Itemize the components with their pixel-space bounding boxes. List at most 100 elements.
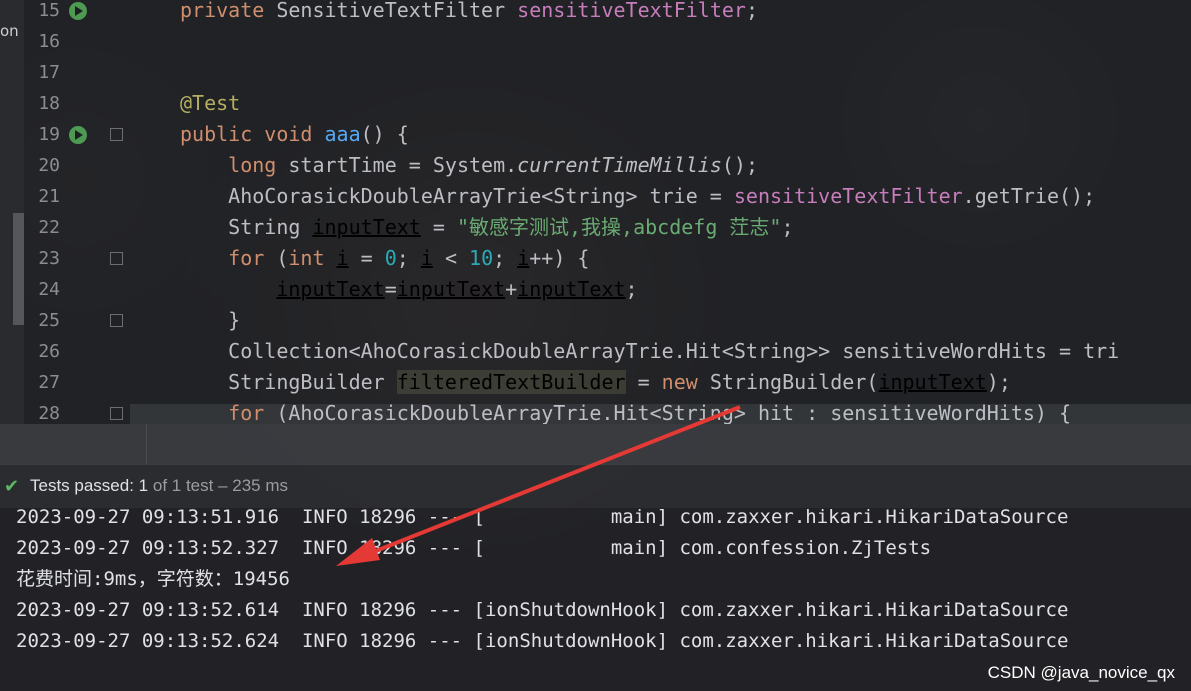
code-text: StringBuilder filteredTextBuilder = new … — [180, 367, 1011, 398]
code-token: sensitiveTextFilter — [733, 184, 963, 208]
line-number: 19 — [38, 124, 60, 145]
fold-icon[interactable] — [110, 252, 123, 265]
code-token: = — [625, 370, 662, 394]
code-token: i — [336, 246, 349, 270]
line-number: 22 — [38, 217, 60, 238]
test-status-text: Tests passed: 1 of 1 test – 235 ms — [30, 476, 288, 496]
line-number: 28 — [38, 403, 60, 424]
code-line[interactable]: 28 for (AhoCorasickDoubleArrayTrie.Hit<S… — [0, 398, 1191, 424]
code-text: public void aaa() { — [180, 119, 409, 150]
code-line[interactable]: 17 — [0, 57, 1191, 88]
csdn-watermark: CSDN @java_novice_qx — [987, 663, 1175, 682]
line-number: 20 — [38, 155, 60, 176]
code-text: inputText=inputText+inputText; — [180, 274, 638, 305]
code-token: inputText — [878, 370, 987, 394]
code-editor[interactable]: on 15 private SensitiveTextFilter sensiti… — [0, 0, 1191, 424]
run-test-icon[interactable] — [69, 2, 87, 20]
code-token: StringBuilder( — [709, 370, 879, 394]
code-token: int — [288, 246, 337, 270]
code-token: + — [505, 277, 518, 301]
line-number: 18 — [38, 93, 60, 114]
code-line[interactable]: 20 long startTime = System.currentTimeMi… — [0, 150, 1191, 181]
fold-icon[interactable] — [110, 128, 123, 141]
code-token: < — [432, 246, 470, 270]
code-token: AhoCorasickDoubleArrayTrie<String> trie … — [180, 184, 734, 208]
code-line[interactable]: 26 Collection<AhoCorasickDoubleArrayTrie… — [0, 336, 1191, 367]
tests-passed-count: 1 — [138, 476, 149, 495]
console-log-line: 2023-09-27 09:13:52.327 INFO 18296 --- [… — [16, 537, 932, 559]
code-token: for — [180, 401, 277, 424]
code-line[interactable]: 16 — [0, 26, 1191, 57]
code-token: ; — [396, 246, 421, 270]
code-token: sensitiveTextFilter — [517, 0, 746, 22]
code-token: new — [661, 370, 710, 394]
check-icon: ✔ — [4, 476, 20, 497]
code-token: = — [384, 277, 397, 301]
line-number: 17 — [38, 62, 60, 83]
code-token: String — [180, 215, 313, 239]
code-token: ; — [625, 277, 638, 301]
code-token: 10 — [469, 246, 494, 270]
panel-splitter[interactable] — [0, 424, 1191, 464]
code-token: () { — [360, 122, 409, 146]
code-token: inputText — [396, 277, 506, 301]
console-log-line: 2023-09-27 09:13:52.614 INFO 18296 --- [… — [16, 599, 1069, 621]
code-token: aaa — [324, 122, 361, 146]
code-token: = — [348, 246, 385, 270]
code-token: filteredTextBuilder — [396, 370, 626, 394]
code-token: startTime = System. — [288, 153, 518, 177]
tests-passed-label: Tests passed: — [30, 476, 139, 495]
code-token: ++) { — [529, 246, 590, 270]
code-token: inputText — [517, 277, 626, 301]
code-token: (); — [721, 153, 758, 177]
line-number: 27 — [38, 372, 60, 393]
line-number: 21 — [38, 186, 60, 207]
code-token: @Test — [180, 91, 241, 115]
code-token: i — [517, 246, 530, 270]
run-test-icon[interactable] — [69, 126, 87, 144]
code-token: 0 — [384, 246, 397, 270]
code-token: ( — [276, 246, 289, 270]
code-line[interactable]: 23 for (int i = 0; i < 10; i++) { — [0, 243, 1191, 274]
code-token: "敏感字测试,我操,abcdefg 茳志" — [456, 215, 782, 239]
code-token: private — [180, 0, 277, 22]
tests-summary: of 1 test – 235 ms — [148, 476, 288, 495]
code-token: ; — [781, 215, 794, 239]
splitter-divider — [146, 424, 147, 464]
console-log-line: 花费时间:9ms，字符数：19456 — [16, 568, 290, 590]
code-token: ; — [745, 0, 758, 22]
code-text: String inputText = "敏感字测试,我操,abcdefg 茳志"… — [180, 212, 794, 243]
code-token: (AhoCorasickDoubleArrayTrie.Hit<String> … — [276, 401, 1072, 424]
console-log-line: 2023-09-27 09:13:52.624 INFO 18296 --- [… — [16, 630, 1069, 652]
line-number: 26 — [38, 341, 60, 362]
code-line[interactable]: 21 AhoCorasickDoubleArrayTrie<String> tr… — [0, 181, 1191, 212]
fold-icon[interactable] — [110, 314, 123, 327]
code-line[interactable]: 15 private SensitiveTextFilter sensitiveT… — [0, 0, 1191, 26]
code-line[interactable]: 24 inputText=inputText+inputText; — [0, 274, 1191, 305]
code-token: for — [180, 246, 277, 270]
code-token: currentTimeMillis — [517, 153, 722, 177]
code-text: Collection<AhoCorasickDoubleArrayTrie.Hi… — [180, 336, 1119, 367]
code-token: SensitiveTextFilter — [276, 0, 518, 22]
code-text: long startTime = System.currentTimeMilli… — [180, 150, 758, 181]
code-token: inputText — [276, 277, 385, 301]
line-number: 25 — [38, 310, 60, 331]
code-token: ); — [986, 370, 1011, 394]
code-line[interactable]: 18 @Test — [0, 88, 1191, 119]
code-token: i — [420, 246, 433, 270]
code-token: .getTrie(); — [962, 184, 1096, 208]
code-token: long — [180, 153, 289, 177]
code-token: } — [180, 308, 241, 332]
fold-icon[interactable] — [110, 407, 123, 420]
code-line[interactable]: 22 String inputText = "敏感字测试,我操,abcdefg … — [0, 212, 1191, 243]
console-log-line: 2023-09-27 09:13:51.916 INFO 18296 --- [… — [16, 506, 1069, 528]
code-text: private SensitiveTextFilter sensitiveTex… — [180, 0, 758, 26]
code-token: Collection<AhoCorasickDoubleArrayTrie.Hi… — [180, 339, 1120, 363]
code-line[interactable]: 27 StringBuilder filteredTextBuilder = n… — [0, 367, 1191, 398]
code-line[interactable]: 25 } — [0, 305, 1191, 336]
code-text: @Test — [180, 88, 240, 119]
code-token: ; — [493, 246, 518, 270]
code-line[interactable]: 19 public void aaa() { — [0, 119, 1191, 150]
line-number: 24 — [38, 279, 60, 300]
code-text: } — [180, 305, 240, 336]
